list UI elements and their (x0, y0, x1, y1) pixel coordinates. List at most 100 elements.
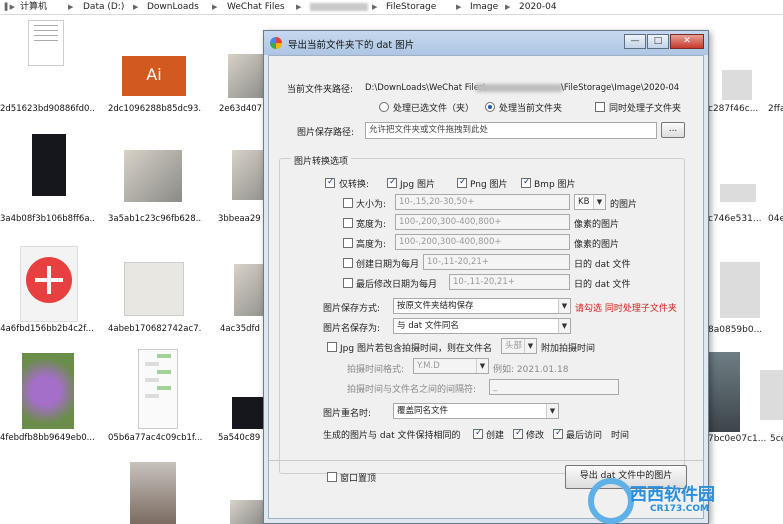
save-mode-select[interactable]: 按原文件夹结构保存 ▼ (393, 298, 571, 314)
time-format-select[interactable]: Y.M.D ▼ (413, 358, 489, 374)
bmp-checkbox[interactable] (521, 177, 531, 188)
chevron-right-icon[interactable]: ▐ ▶ (2, 0, 15, 14)
only-convert-checkbox[interactable] (325, 177, 335, 188)
jpg-time-position-select[interactable]: 头部 ▼ (501, 338, 537, 354)
rename-select[interactable]: 覆盖同名文件 ▼ (393, 403, 559, 419)
subfolders-label[interactable]: 同时处理子文件夹 (609, 101, 681, 114)
time-format-label: 拍摄时间格式: (347, 365, 405, 375)
breadcrumb-filestorage[interactable]: FileStorage (386, 0, 436, 14)
size-suffix: 的图片 (610, 200, 638, 210)
export-dialog: 导出当前文件夹下的 dat 图片 — □ ✕ 当前文件夹路径: D:\DownL… (263, 30, 709, 524)
file-name[interactable]: 7bc0e07c1... (708, 434, 766, 444)
breadcrumb-downloads[interactable]: DownLoads (147, 0, 199, 14)
only-convert-label: 仅转换: (339, 180, 370, 190)
breadcrumb-month[interactable]: 2020-04 (519, 0, 557, 14)
keep-accessed-label[interactable]: 最后访问 (566, 428, 602, 441)
size-unit-select[interactable]: KB ▼ (574, 194, 606, 210)
file-name: 4abeb170682742ac7... (108, 324, 202, 334)
created-input[interactable]: 10-,11-20,21+ (423, 254, 570, 270)
close-button[interactable]: ✕ (670, 34, 704, 49)
divider (269, 460, 703, 461)
created-suffix: 日的 dat 文件 (574, 260, 631, 270)
watermark-site: CR173.COM (650, 504, 709, 514)
file-name[interactable]: c287f46c... (708, 104, 758, 114)
subfolders-checkbox[interactable] (595, 102, 605, 112)
file-name[interactable]: 8a0859b0... (708, 325, 762, 335)
dialog-titlebar[interactable]: 导出当前文件夹下的 dat 图片 — □ ✕ (264, 31, 708, 55)
breadcrumb-computer[interactable]: 计算机 (20, 0, 47, 14)
dropdown-arrow-icon: ▼ (558, 319, 570, 333)
dropdown-arrow-icon: ▼ (524, 339, 536, 353)
modified-input[interactable]: 10-,11-20,21+ (449, 274, 570, 290)
chevron-right-icon[interactable]: ▶ (212, 0, 217, 14)
save-name-select[interactable]: 与 dat 文件同名 ▼ (393, 318, 571, 334)
png-label[interactable]: Png 图片 (470, 177, 508, 190)
chevron-right-icon[interactable]: ▶ (372, 0, 377, 14)
modified-checkbox[interactable] (343, 278, 353, 288)
photo-thumbnail[interactable] (722, 70, 752, 100)
file-name: 2d51623bd90886fd0... (0, 104, 94, 114)
radio-selected-files-label[interactable]: 处理已选文件（夹） (393, 101, 474, 114)
chevron-right-icon[interactable]: ▶ (296, 0, 301, 14)
breadcrumb-wechat[interactable]: WeChat Files (227, 0, 285, 14)
photo-thumbnail[interactable] (720, 262, 760, 318)
jpg-time-checkbox[interactable] (327, 342, 337, 352)
explorer-window: ▐ ▶ 计算机 ▶ Data (D:) ▶ DownLoads ▶ WeChat… (0, 0, 783, 524)
save-mode-label: 图片保存方式: (323, 304, 381, 314)
topmost-label[interactable]: 窗口置顶 (340, 471, 376, 484)
breadcrumb-drive[interactable]: Data (D:) (83, 0, 124, 14)
bmp-label[interactable]: Bmp 图片 (534, 177, 576, 190)
convert-options-title: 图片转换选项 (291, 154, 352, 167)
jpg-label[interactable]: Jpg 图片 (400, 177, 435, 190)
chevron-right-icon[interactable]: ▶ (456, 0, 461, 14)
height-input[interactable]: 100-,200,300-400,800+ (395, 234, 570, 250)
browse-button[interactable]: ... (661, 122, 685, 138)
jpg-checkbox[interactable] (387, 177, 397, 188)
photo-thumbnail (124, 150, 182, 202)
file-name: 3a4b08f3b106b8ff6a... (0, 214, 94, 224)
photo-thumbnail[interactable] (760, 370, 783, 420)
keep-times-label: 生成的图片与 dat 文件保持相同的 (323, 431, 461, 441)
photo-thumbnail[interactable] (230, 500, 266, 524)
dialog-body: 当前文件夹路径: D:\DownLoads\WeChat Files\ \Fil… (268, 55, 704, 519)
file-name[interactable]: 2ffa (768, 104, 783, 114)
chevron-right-icon[interactable]: ▶ (133, 0, 138, 14)
keep-created-checkbox[interactable] (473, 428, 483, 439)
current-path-prefix: D:\DownLoads\WeChat Files\ (365, 83, 487, 93)
breadcrumb-image[interactable]: Image (470, 0, 498, 14)
width-input[interactable]: 100-,200,300-400,800+ (395, 214, 570, 230)
png-checkbox[interactable] (457, 177, 467, 188)
width-checkbox[interactable] (343, 218, 353, 228)
dialog-title: 导出当前文件夹下的 dat 图片 (288, 40, 415, 51)
radio-current-folder-label[interactable]: 处理当前文件夹 (499, 101, 562, 114)
photo-thumbnail[interactable] (720, 184, 756, 202)
maximize-button[interactable]: □ (647, 34, 669, 49)
size-input[interactable]: 10-,15,20-30,50+ (395, 194, 570, 210)
redacted-segment (310, 0, 368, 14)
keep-accessed-checkbox[interactable] (553, 428, 563, 439)
size-checkbox[interactable] (343, 198, 353, 208)
height-checkbox[interactable] (343, 238, 353, 248)
chevron-right-icon[interactable]: ▶ (505, 0, 510, 14)
file-name[interactable]: 5ce (770, 434, 783, 444)
modified-label: 最后修改日期为每月 (356, 280, 438, 290)
photo-thumbnail[interactable] (130, 462, 176, 524)
document-thumbnail (28, 20, 64, 66)
radio-selected-files[interactable] (379, 102, 389, 112)
street-photo-thumbnail[interactable] (706, 352, 740, 432)
height-suffix: 像素的图片 (574, 240, 620, 250)
file-name[interactable]: 04e (768, 214, 783, 224)
radio-current-folder[interactable] (485, 102, 495, 112)
topmost-checkbox[interactable] (327, 472, 337, 482)
minimize-button[interactable]: — (624, 34, 646, 49)
file-name[interactable]: c746e531... (708, 214, 761, 224)
separator-input[interactable]: _ (489, 379, 619, 395)
keep-created-label[interactable]: 创建 (486, 428, 504, 441)
file-name: 2dc1096288b85dc93... (108, 104, 202, 114)
created-checkbox[interactable] (343, 258, 353, 268)
keep-modified-checkbox[interactable] (513, 428, 523, 439)
chevron-right-icon[interactable]: ▶ (68, 0, 73, 14)
keep-modified-label[interactable]: 修改 (526, 428, 544, 441)
save-path-input[interactable]: 允许把文件夹或文件拖拽到此处 (365, 122, 657, 139)
save-path-label: 图片保存路径: (297, 128, 355, 138)
